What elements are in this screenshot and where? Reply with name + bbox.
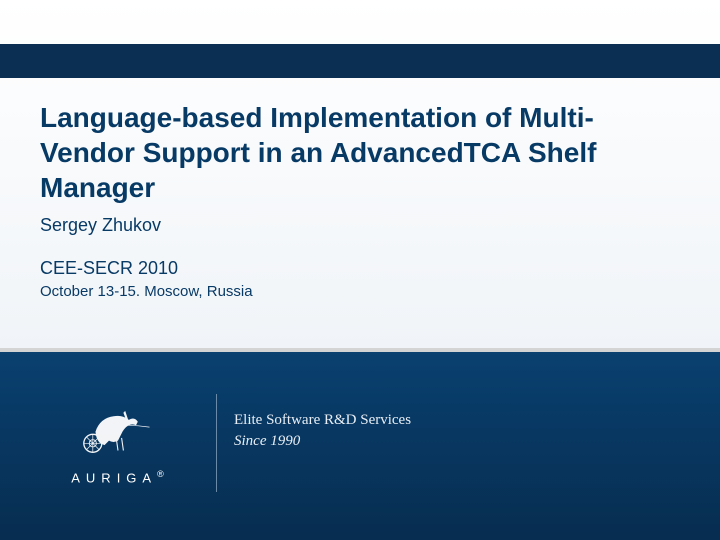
footer-band: AURIGA® Elite Software R&D Services Sinc… [0, 348, 720, 540]
date-location: October 13-15. Moscow, Russia [40, 283, 660, 300]
tagline-area: Elite Software R&D Services Since 1990 [234, 412, 411, 450]
event-name: CEE-SECR 2010 [40, 258, 660, 279]
header-band [0, 44, 720, 78]
company-logo: AURIGA® [50, 400, 185, 485]
tagline-since: Since 1990 [234, 433, 411, 450]
logo-text: AURIGA® [50, 469, 185, 485]
vertical-divider [216, 394, 217, 492]
author-name: Sergey Zhukov [40, 215, 660, 236]
presentation-title: Language-based Implementation of Multi-V… [40, 100, 660, 205]
horse-chariot-icon [73, 400, 163, 456]
content-area: Language-based Implementation of Multi-V… [40, 100, 660, 300]
tagline-service: Elite Software R&D Services [234, 412, 411, 429]
